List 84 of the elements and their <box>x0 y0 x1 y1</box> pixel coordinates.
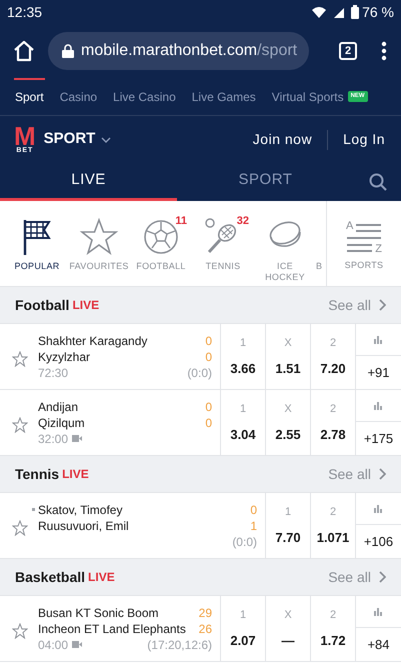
team-name: Shakhter Karagandy <box>38 332 148 350</box>
period-score: (17:20,12:6) <box>147 636 212 654</box>
odds-button[interactable]: 1 2.07 <box>221 596 266 661</box>
sport-filter[interactable]: 32 TENNIS <box>192 201 254 286</box>
signal-icon <box>333 6 346 18</box>
active-indicator <box>14 78 45 80</box>
section-title: Football <box>15 296 70 314</box>
live-label: LIVE <box>72 297 100 314</box>
period-score: (0:0) <box>187 364 212 382</box>
clock: 12:35 <box>7 2 42 22</box>
chevron-down-icon <box>101 136 112 142</box>
nav-link[interactable]: Live Casino <box>113 88 176 106</box>
battery-icon <box>351 5 360 19</box>
login-button[interactable]: Log In <box>343 129 385 150</box>
odds-button[interactable]: 2 1.071 <box>311 493 356 558</box>
address-bar[interactable]: mobile.marathonbet.com/sport <box>48 32 309 70</box>
team-name: Andijan <box>38 398 78 416</box>
section-dropdown[interactable]: SPORT <box>44 128 112 151</box>
score: 0 <box>250 502 257 518</box>
section-title: Tennis <box>15 464 60 484</box>
more-markets-button[interactable]: +175 <box>356 422 401 455</box>
match-time: 32:00 <box>38 430 68 448</box>
score: 0 <box>205 414 212 432</box>
lock-icon <box>62 44 74 58</box>
score: 0 <box>205 348 212 366</box>
favourite-star-icon[interactable] <box>12 622 28 638</box>
live-count: 32 <box>236 214 249 229</box>
home-icon[interactable] <box>12 39 36 63</box>
odds-button[interactable]: X 1.51 <box>266 324 311 389</box>
team-name: Incheon ET Land Elephants <box>38 620 186 638</box>
score: 29 <box>198 604 212 622</box>
team-name: Skatov, Timofey <box>38 502 122 518</box>
score: 0 <box>205 332 212 350</box>
score: 0 <box>205 398 212 416</box>
chevron-right-icon <box>379 299 386 311</box>
tab[interactable]: SPORT <box>177 163 354 201</box>
chevron-right-icon <box>379 468 386 480</box>
sport-filter[interactable]: 11 FOOTBALL <box>130 201 192 286</box>
odds-button[interactable]: 1 7.70 <box>266 493 311 558</box>
nav-link[interactable]: Live Games <box>192 88 256 106</box>
odds-button[interactable]: 2 7.20 <box>311 324 356 389</box>
favourite-star-icon[interactable] <box>12 350 28 366</box>
section-title: Basketball <box>15 568 86 586</box>
nav-link[interactable]: Casino <box>60 88 98 106</box>
more-markets-button[interactable]: +106 <box>356 525 401 558</box>
odds-button[interactable]: 1 3.66 <box>221 324 266 389</box>
team-name: Ruusuvuori, Emil <box>38 518 129 534</box>
more-markets-button[interactable]: +84 <box>356 628 401 661</box>
menu-icon[interactable] <box>381 41 387 61</box>
team-name: Kyzylzhar <box>38 348 90 366</box>
match-time: 72:30 <box>38 364 68 382</box>
live-label: LIVE <box>88 569 115 586</box>
live-label: LIVE <box>62 466 89 483</box>
wifi-icon <box>311 6 328 18</box>
tab-count[interactable]: 2 <box>339 42 357 60</box>
favourite-star-icon[interactable] <box>12 416 28 432</box>
period-score: (0:0) <box>232 534 257 550</box>
odds-button[interactable]: 1 3.04 <box>221 390 266 455</box>
odds-button[interactable]: 2 1.72 <box>311 596 356 661</box>
score: 26 <box>198 620 212 638</box>
url-text: mobile.marathonbet.com/sport <box>81 41 298 61</box>
bar-chart-icon <box>374 336 384 344</box>
bar-chart-icon <box>374 504 384 512</box>
team-name: Qizilqum <box>38 414 85 432</box>
score: 1 <box>250 518 257 534</box>
odds-button[interactable]: 2 2.78 <box>311 390 356 455</box>
odds-button[interactable]: X — <box>266 596 311 661</box>
match-time: 04:00 <box>38 636 68 654</box>
bar-chart-icon <box>374 402 384 410</box>
tab[interactable]: LIVE <box>0 163 177 201</box>
odds-button[interactable]: X 2.55 <box>266 390 311 455</box>
serve-indicator <box>32 508 35 511</box>
sport-filter[interactable]: POPULAR <box>6 201 68 286</box>
join-button[interactable]: Join now <box>252 129 312 150</box>
nav-link[interactable]: Virtual Sports <box>272 88 344 106</box>
live-count: 11 <box>175 214 187 229</box>
bar-chart-icon <box>374 608 384 616</box>
search-icon[interactable] <box>369 173 387 191</box>
battery-level: 76 % <box>362 2 394 22</box>
team-name: Busan KT Sonic Boom <box>38 604 159 622</box>
more-markets-button[interactable]: +91 <box>356 356 401 389</box>
favourite-star-icon[interactable] <box>12 520 28 536</box>
nav-link[interactable]: Sport <box>15 88 44 106</box>
chevron-right-icon <box>379 571 386 583</box>
